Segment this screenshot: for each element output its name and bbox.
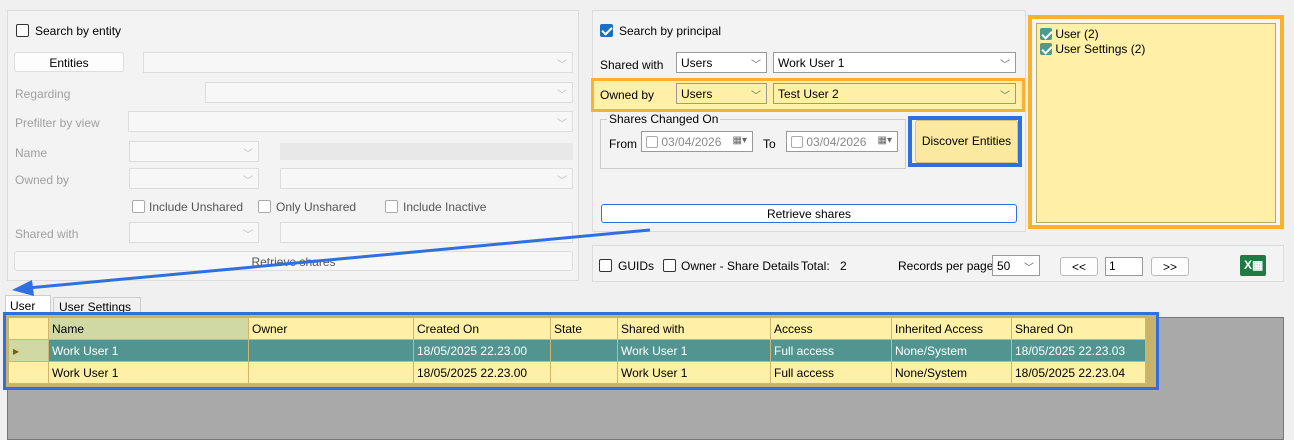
- annotation-arrow: [12, 228, 651, 296]
